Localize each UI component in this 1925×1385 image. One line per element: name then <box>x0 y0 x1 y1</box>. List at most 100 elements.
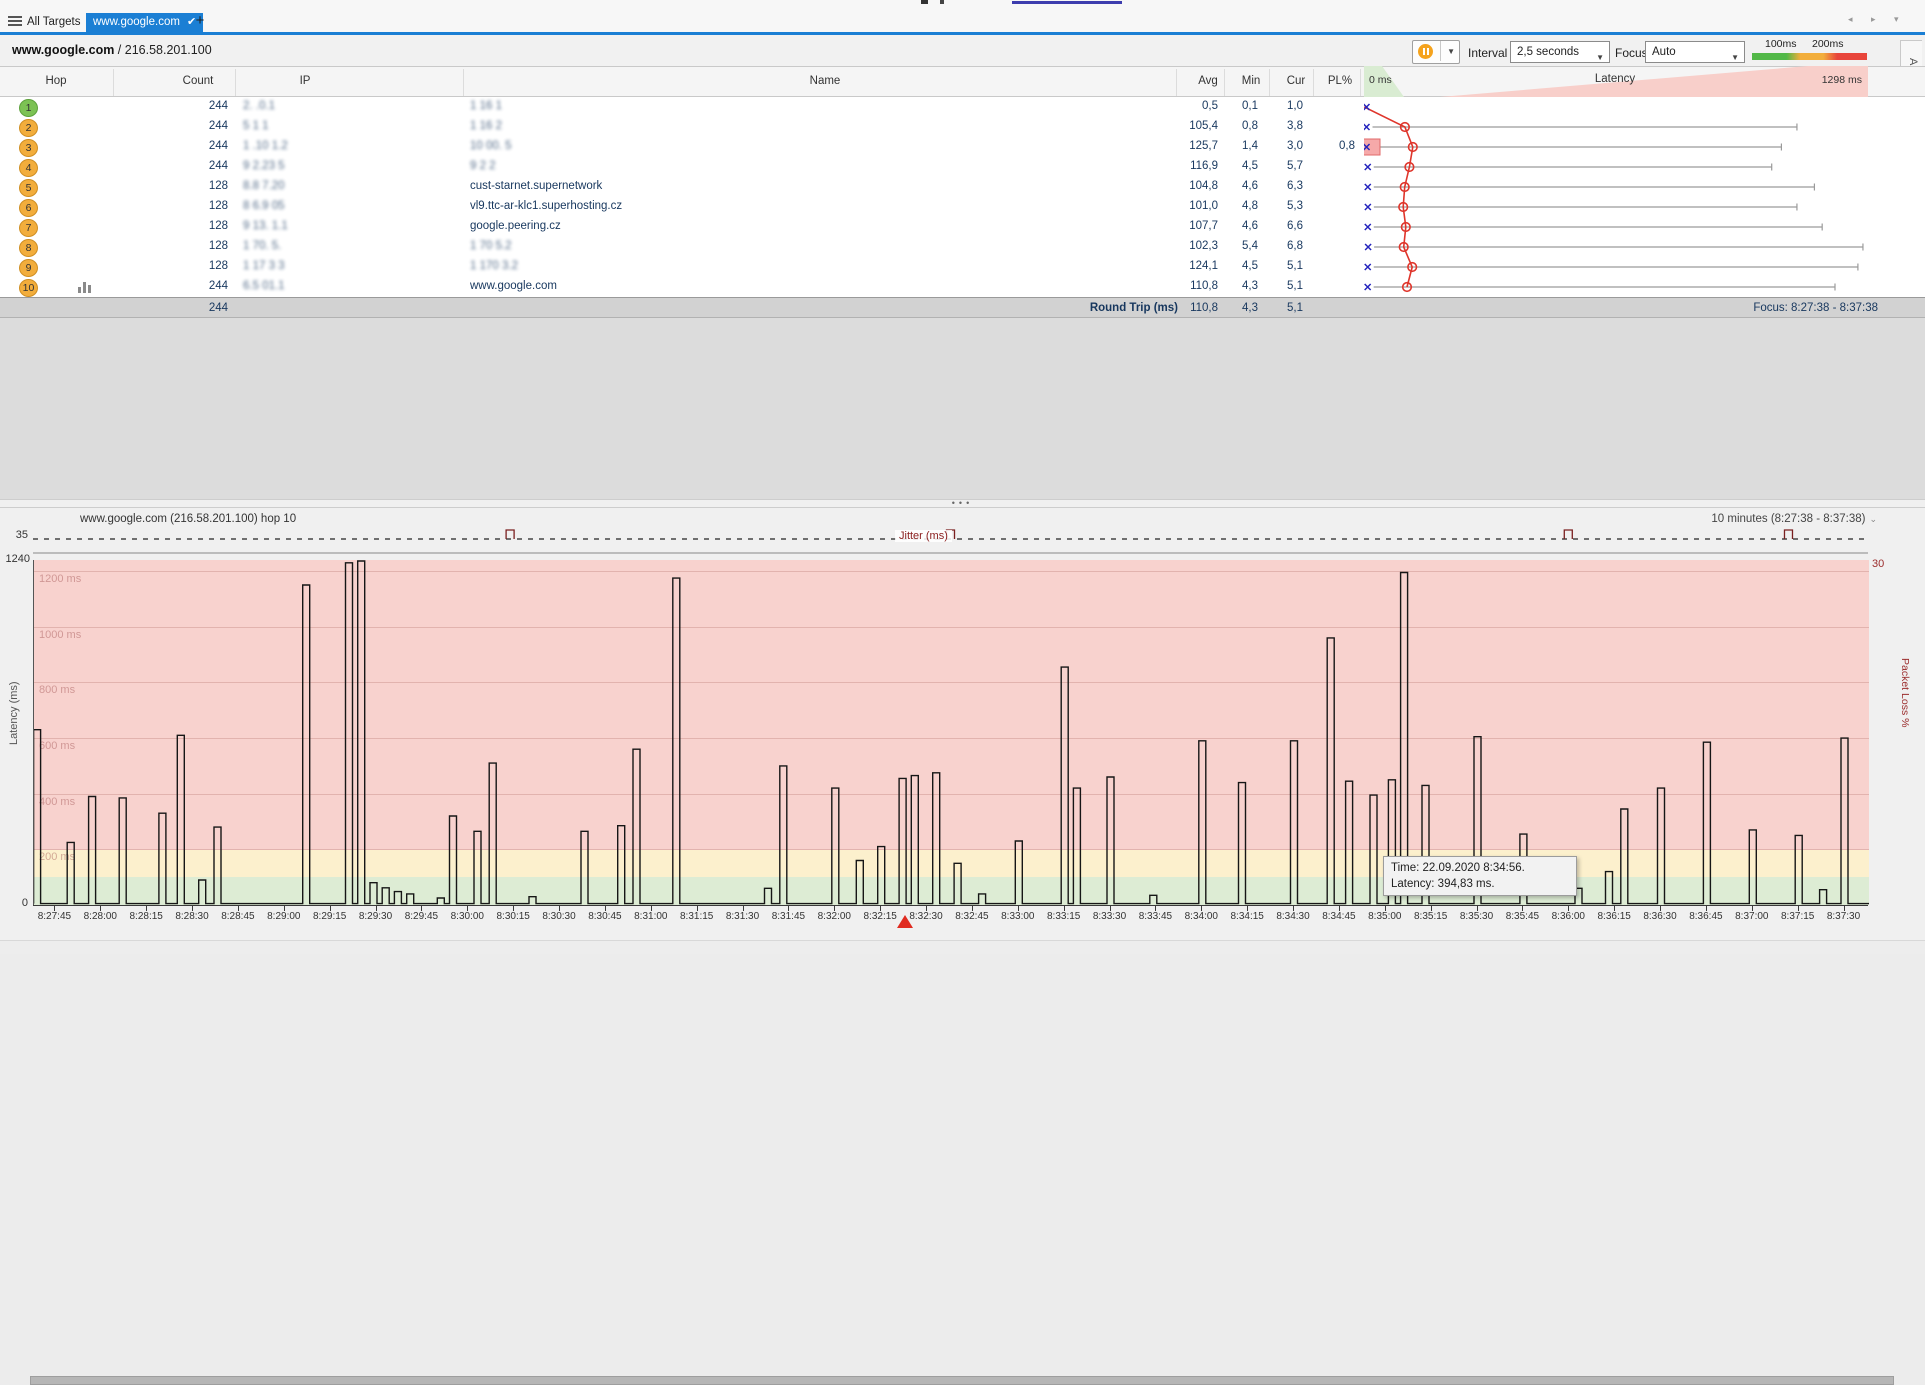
title-separator: / <box>114 43 124 57</box>
cur-value: 5,3 <box>1203 200 1303 212</box>
tab-scroll-arrows[interactable]: ◂ ▸ ▾ <box>1848 14 1907 25</box>
ip-value: 9 13. 1.1 <box>243 220 288 232</box>
x-tick-label: 8:36:00 <box>1543 911 1593 922</box>
x-tick-label: 8:31:45 <box>763 911 813 922</box>
latency-min-label: 0 ms <box>1369 74 1409 86</box>
round-trip-row: 244 Round Trip (ms) 110,8 4,3 5,1 Focus:… <box>0 297 1925 318</box>
toolbar: www.google.com / 216.58.201.100 ▼ Interv… <box>0 35 1925 67</box>
graph-range-selector[interactable]: 10 minutes (8:27:38 - 8:37:38) ⌄ <box>1711 513 1877 525</box>
x-tick-label: 8:35:00 <box>1360 911 1410 922</box>
pause-icon <box>1418 44 1433 59</box>
hop-number-badge: 8 <box>19 239 38 257</box>
window-artifact <box>940 0 944 4</box>
pl-value: 0,8 <box>1255 140 1355 152</box>
x-tick-label: 8:28:15 <box>121 911 171 922</box>
count-value: 244 <box>128 100 228 112</box>
x-tick-label: 8:29:30 <box>351 911 401 922</box>
x-tick-label: 8:37:00 <box>1727 911 1777 922</box>
packet-loss-event-marker[interactable] <box>897 915 913 928</box>
x-tick-label: 8:30:00 <box>442 911 492 922</box>
ip-value: 1 70. 5. <box>243 240 281 252</box>
count-value: 244 <box>128 160 228 172</box>
name-value: www.google.com <box>470 280 557 292</box>
empty-gray-region <box>0 318 1925 499</box>
name-value: 1 170 3.2 <box>470 260 518 272</box>
hop-number-badge: 7 <box>19 219 38 237</box>
latency-max-label: 1298 ms <box>1770 74 1862 86</box>
interval-select[interactable]: 2,5 seconds▼ <box>1510 41 1610 63</box>
latency-timeline-plot[interactable]: 1200 ms1000 ms800 ms600 ms400 ms200 ms <box>33 560 1869 905</box>
cur-value: 6,6 <box>1203 220 1303 232</box>
x-tick-label: 8:30:30 <box>534 911 584 922</box>
col-ip[interactable]: IP <box>255 75 355 87</box>
name-value: 1 16 2 <box>470 120 502 132</box>
chevron-down-icon: ▼ <box>1596 48 1604 68</box>
x-tick-label: 8:34:00 <box>1176 911 1226 922</box>
x-tick-label: 8:27:45 <box>29 911 79 922</box>
packet-loss-axis-title: Packet Loss % <box>1899 658 1911 818</box>
hop-number-badge: 6 <box>19 199 38 217</box>
latency-color-legend <box>1752 53 1867 60</box>
col-pl[interactable]: PL% <box>1317 75 1363 87</box>
ip-value: 9 2.23 5 <box>243 160 285 172</box>
ip-value: 5 1 1 <box>243 120 269 132</box>
cur-value: 6,3 <box>1203 180 1303 192</box>
hop-number-badge: 2 <box>19 119 38 137</box>
tooltip-time: Time: 22.09.2020 8:34:56. <box>1391 860 1569 876</box>
horizontal-scrollbar[interactable] <box>0 940 1925 954</box>
x-tick-label: 8:36:45 <box>1681 911 1731 922</box>
panel-splitter[interactable]: ••• <box>0 499 1925 508</box>
col-min[interactable]: Min <box>1228 75 1274 87</box>
col-name[interactable]: Name <box>790 75 860 87</box>
tooltip: Time: 22.09.2020 8:34:56. Latency: 394,8… <box>1383 856 1577 896</box>
interval-label: Interval <box>1468 46 1507 60</box>
app-window: { "tabs": { "all_targets": "All Targets"… <box>0 0 1925 953</box>
tab-all-targets-label: All Targets <box>27 16 80 28</box>
x-tick-label: 8:29:45 <box>396 911 446 922</box>
name-value: vl9.ttc-ar-klc1.superhosting.cz <box>470 200 622 212</box>
x-tick-label: 8:31:00 <box>626 911 676 922</box>
ip-value: 1 17 3 3 <box>243 260 285 272</box>
x-tick-label: 8:36:15 <box>1589 911 1639 922</box>
packet-loss-axis-max: 30 <box>1872 558 1884 570</box>
x-tick-label: 8:33:15 <box>1039 911 1089 922</box>
jitter-label: Jitter (ms) <box>895 530 952 542</box>
x-tick-label: 8:34:45 <box>1314 911 1364 922</box>
chevron-down-icon: ▼ <box>1731 48 1739 68</box>
x-tick-label: 8:28:00 <box>75 911 125 922</box>
latency-title: Latency <box>1560 73 1670 85</box>
footer-count: 244 <box>128 302 228 314</box>
x-tick-label: 8:31:15 <box>672 911 722 922</box>
x-tick-label: 8:35:30 <box>1452 911 1502 922</box>
col-count[interactable]: Count <box>155 75 241 87</box>
x-tick-label: 8:30:45 <box>580 911 630 922</box>
name-value: 1 16 1 <box>470 100 502 112</box>
chevron-down-icon: ⌄ <box>1869 514 1877 524</box>
tab-www-google-com[interactable]: www.google.com✔ <box>86 13 203 32</box>
cur-value: 3,8 <box>1203 120 1303 132</box>
scrollbar-thumb[interactable] <box>30 1376 1894 1385</box>
target-title: www.google.com / 216.58.201.100 <box>12 43 212 57</box>
y-axis-max: 1240 <box>0 553 30 565</box>
x-tick-label: 8:34:30 <box>1268 911 1318 922</box>
tab-bar: All Targets✕ www.google.com✔ + ◂ ▸ ▾ <box>0 0 1925 32</box>
name-value: cust-starnet.supernetwork <box>470 180 602 192</box>
new-tab-button[interactable]: + <box>192 12 208 29</box>
col-hop[interactable]: Hop <box>30 75 82 87</box>
x-axis-line <box>33 905 1868 906</box>
count-value: 244 <box>128 120 228 132</box>
pause-button[interactable]: ▼ <box>1412 40 1460 64</box>
count-value: 128 <box>128 220 228 232</box>
ip-value: 8.8 7.20 <box>243 180 285 192</box>
graph-range-label: 10 minutes (8:27:38 - 8:37:38) <box>1711 513 1865 525</box>
latency-step-line <box>34 560 1869 905</box>
hop-number-badge: 4 <box>19 159 38 177</box>
x-tick-label: 8:31:30 <box>718 911 768 922</box>
focus-select[interactable]: Auto▼ <box>1645 41 1745 63</box>
chevron-down-icon[interactable]: ▼ <box>1447 47 1455 56</box>
x-tick-label: 8:33:00 <box>993 911 1043 922</box>
y-axis-min: 0 <box>8 897 28 909</box>
x-tick-label: 8:30:15 <box>488 911 538 922</box>
focus-range-label: Focus: 8:27:38 - 8:37:38 <box>1678 302 1878 314</box>
tab-google-label: www.google.com <box>93 16 180 28</box>
